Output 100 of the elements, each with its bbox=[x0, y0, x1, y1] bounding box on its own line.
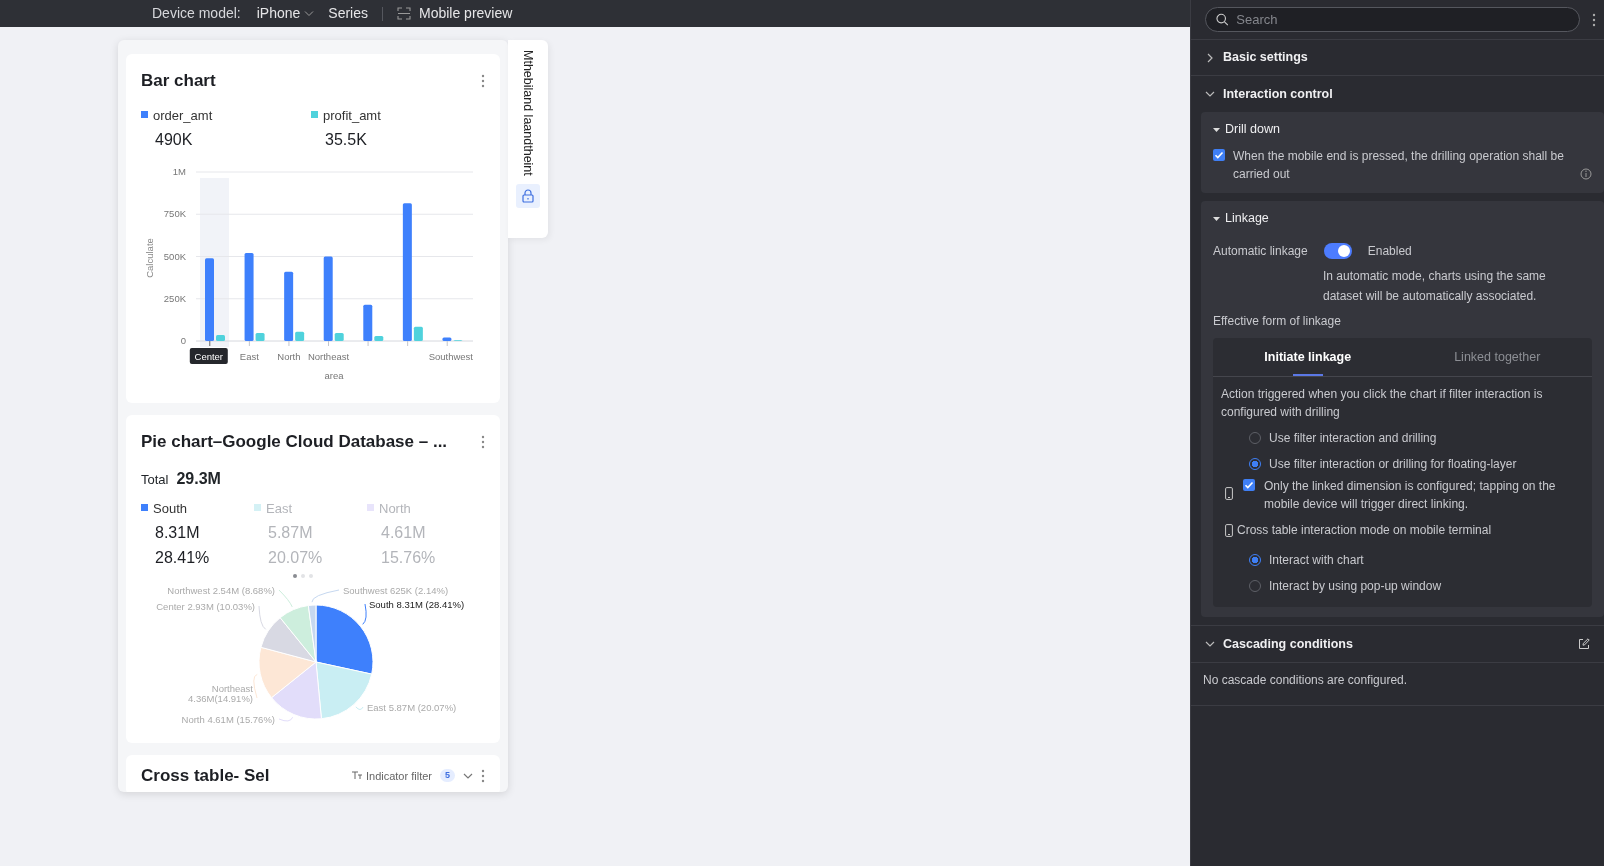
axis-tick-label: North bbox=[277, 350, 301, 362]
data-label: Southwest 625K (2.14%) bbox=[343, 585, 449, 596]
bar[interactable] bbox=[363, 304, 373, 341]
legend-value: 8.31M bbox=[154, 523, 201, 543]
axis-tick-label: 1M bbox=[172, 166, 186, 177]
empty-message: No cascade conditions are configured. bbox=[1191, 663, 1604, 707]
checkbox-label: When the mobile end is pressed, the drilling operation shall be carried out bbox=[1233, 147, 1565, 183]
search-field[interactable]: Search bbox=[1205, 7, 1580, 32]
leader-line bbox=[253, 673, 258, 699]
mobile-phone-icon bbox=[1225, 487, 1233, 501]
bar[interactable] bbox=[442, 337, 452, 341]
filter-button[interactable]: Indicator filter bbox=[351, 767, 432, 784]
axis-title: area bbox=[324, 370, 344, 381]
more-icon[interactable] bbox=[1592, 12, 1596, 27]
more-icon[interactable] bbox=[481, 73, 485, 88]
legend-item[interactable]: order_amt bbox=[141, 105, 311, 125]
caret-icon[interactable] bbox=[1213, 214, 1220, 222]
search-icon bbox=[1216, 13, 1229, 26]
field-label: Cross table interaction mode on mobile terminal bbox=[1237, 522, 1492, 540]
mobile-phone-icon bbox=[1225, 523, 1233, 537]
legend-value: 490K bbox=[154, 130, 194, 150]
subsection-header[interactable]: Drill down bbox=[1213, 120, 1592, 139]
series-button[interactable]: Series bbox=[328, 3, 368, 24]
tab[interactable]: Initiate linkage bbox=[1213, 337, 1403, 377]
radio-button[interactable] bbox=[1249, 458, 1261, 471]
option-label: Use filter interaction and drilling bbox=[1269, 430, 1437, 448]
device-dropdown[interactable]: iPhone bbox=[256, 3, 315, 24]
chart-title: Bar chart bbox=[141, 70, 216, 92]
info-icon[interactable] bbox=[1580, 167, 1592, 180]
axis-tick-label: 250K bbox=[163, 292, 186, 304]
bar[interactable] bbox=[295, 331, 305, 341]
legend-percent: 20.07% bbox=[267, 548, 324, 568]
legend-item[interactable]: South bbox=[141, 498, 254, 518]
page-dot[interactable] bbox=[293, 574, 297, 578]
more-icon[interactable] bbox=[481, 768, 485, 783]
axis-tick-label: Southwest bbox=[428, 350, 473, 362]
axis-tick-label: East bbox=[239, 350, 259, 362]
bar[interactable] bbox=[255, 332, 265, 341]
chevron-right-icon[interactable] bbox=[1205, 52, 1215, 63]
prompt-text: Action triggered when you click the chart if filter interaction is configured with drilling bbox=[1221, 386, 1544, 422]
legend-item[interactable]: profit_amt bbox=[311, 105, 481, 125]
legend-value: 35.5K bbox=[324, 130, 368, 150]
option-label: Interact by using pop-up window bbox=[1269, 578, 1442, 596]
chevron-down-icon[interactable] bbox=[1205, 89, 1215, 99]
axis-tick-label: 750K bbox=[163, 208, 186, 220]
data-label: Northeast 4.36M(14.91%) bbox=[188, 683, 253, 704]
bar[interactable] bbox=[334, 332, 344, 341]
search-input[interactable]: Search bbox=[1234, 8, 1569, 31]
bar[interactable] bbox=[284, 271, 294, 341]
axis-tick-label: 0 bbox=[180, 335, 186, 346]
category-tooltip: Center bbox=[189, 348, 228, 364]
text-format-icon bbox=[351, 771, 362, 781]
bar[interactable] bbox=[374, 335, 384, 341]
bar[interactable] bbox=[402, 203, 412, 341]
total-label: Total bbox=[141, 470, 169, 489]
lock-icon bbox=[522, 188, 534, 203]
hint-text: In automatic mode, charts using the same dataset will be automatically associated. bbox=[1322, 267, 1547, 305]
total-value: 29.3M bbox=[176, 468, 221, 489]
caret-icon[interactable] bbox=[1213, 125, 1220, 133]
option-label: Use filter interaction or drilling for floating-layer bbox=[1269, 456, 1517, 474]
preview-button[interactable]: Mobile preview bbox=[397, 3, 513, 24]
section-header[interactable]: Cascading conditions bbox=[1191, 625, 1604, 664]
tab[interactable]: Linked together bbox=[1402, 337, 1592, 377]
leader-line bbox=[311, 589, 340, 603]
radio-button[interactable] bbox=[1249, 554, 1261, 567]
checkbox-label: Only the linked dimension is configured; tapping on the mobile device will trigger direct linking. bbox=[1263, 478, 1557, 514]
leader-line bbox=[278, 589, 293, 608]
toggle-switch[interactable] bbox=[1323, 242, 1352, 259]
bar[interactable] bbox=[413, 326, 423, 341]
section-header[interactable]: Basic settings bbox=[1191, 40, 1604, 76]
section-header[interactable]: Interaction control bbox=[1191, 76, 1604, 112]
data-label: North 4.61M (15.76%) bbox=[181, 714, 275, 725]
lock-button[interactable] bbox=[516, 183, 540, 208]
count-badge: 5 bbox=[440, 769, 455, 783]
data-label: Northwest 2.54M (8.68%) bbox=[167, 585, 275, 596]
axis-tick-label: Northeast bbox=[307, 350, 350, 362]
leader-line bbox=[362, 603, 367, 625]
option-label: Interact with chart bbox=[1269, 552, 1364, 570]
field-label: Automatic linkage bbox=[1213, 242, 1308, 260]
chart-title: Pie chart–Google Cloud Database – ... bbox=[141, 431, 448, 453]
checkbox[interactable] bbox=[1243, 479, 1255, 492]
subsection-header[interactable]: Linkage bbox=[1213, 208, 1592, 228]
x-tick-label: Center bbox=[194, 350, 224, 362]
axis-title: Calculate bbox=[144, 238, 155, 278]
bar[interactable] bbox=[244, 253, 254, 341]
leader-line bbox=[278, 716, 294, 722]
data-label: East 5.87M (20.07%) bbox=[367, 702, 457, 713]
legend-value: 4.61M bbox=[380, 523, 427, 543]
data-label: Center 2.93M (10.03%) bbox=[156, 601, 255, 612]
more-icon[interactable] bbox=[481, 434, 485, 449]
field-label: Effective form of linkage bbox=[1213, 312, 1342, 330]
chevron-down-icon bbox=[304, 9, 315, 18]
legend-value: 5.87M bbox=[267, 523, 314, 543]
data-label: South 8.31M (28.41%) bbox=[369, 599, 465, 610]
field-label: Device model: bbox=[152, 4, 241, 23]
legend-percent: 28.41% bbox=[154, 548, 211, 568]
checkbox[interactable] bbox=[1213, 148, 1225, 161]
legend-percent: 15.76% bbox=[380, 548, 437, 568]
edit-icon[interactable] bbox=[1578, 638, 1590, 651]
bar[interactable] bbox=[323, 256, 333, 341]
